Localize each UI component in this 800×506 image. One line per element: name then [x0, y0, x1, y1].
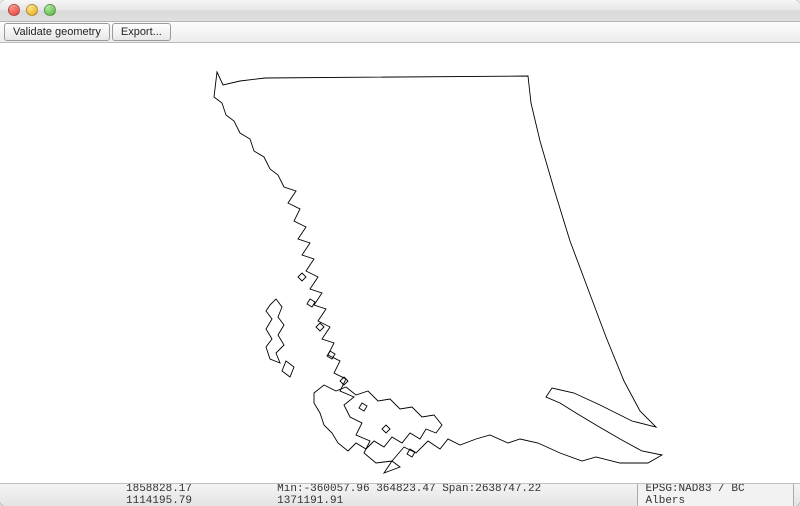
min-y: 364823.47 — [376, 483, 435, 495]
min-x: -360057.96 — [304, 483, 370, 495]
span-y: 1371191.91 — [277, 495, 343, 506]
extent-info: Min:-360057.96 364823.47 Span:2638747.22… — [277, 483, 600, 506]
cursor-x: 1858828.17 — [126, 483, 192, 495]
titlebar[interactable] — [0, 0, 800, 22]
zoom-window-button[interactable] — [44, 4, 56, 16]
cursor-y: 1114195.79 — [126, 495, 192, 506]
span-x: 2638747.22 — [475, 483, 541, 495]
map-canvas[interactable] — [0, 43, 800, 484]
crs-display[interactable]: EPSG:NAD83 / BC Albers — [637, 481, 794, 506]
cursor-coords: 1858828.17 1114195.79 — [6, 483, 259, 506]
validate-geometry-button[interactable]: Validate geometry — [4, 23, 110, 41]
minimize-window-button[interactable] — [26, 4, 38, 16]
statusbar: 1858828.17 1114195.79 Min:-360057.96 364… — [0, 484, 800, 506]
app-window: Validate geometry Export... — [0, 0, 800, 506]
toolbar: Validate geometry Export... — [0, 22, 800, 44]
export-button[interactable]: Export... — [112, 23, 171, 41]
geometry-outline — [0, 43, 800, 483]
close-window-button[interactable] — [8, 4, 20, 16]
